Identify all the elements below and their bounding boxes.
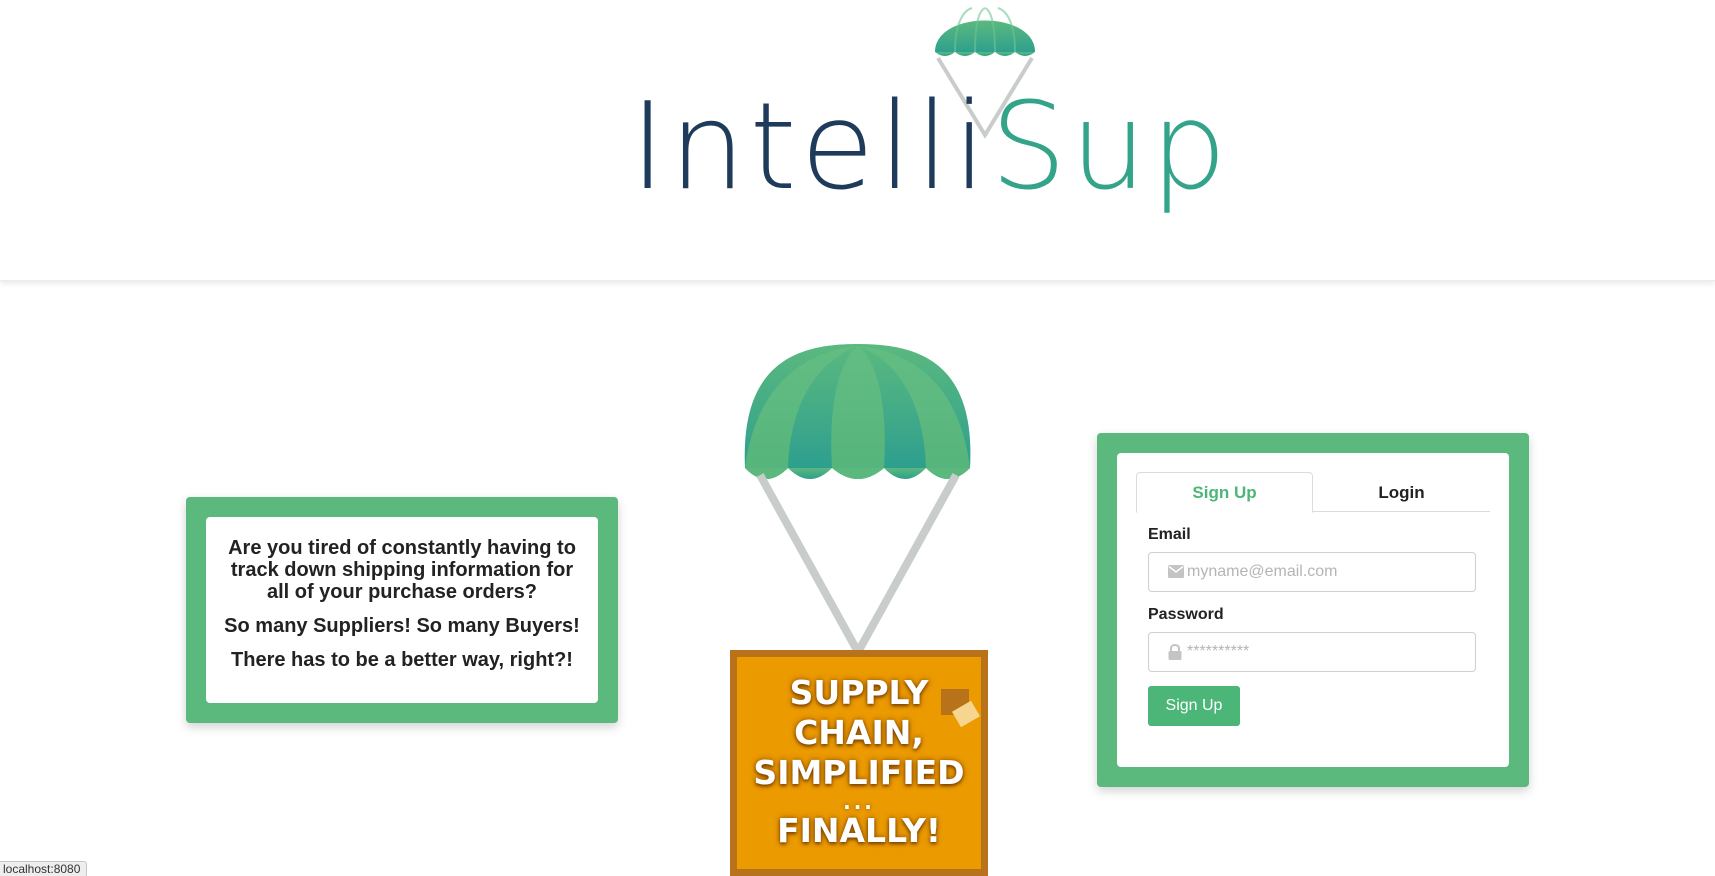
crate-slogan-line2: CHAIN, [794,713,924,752]
password-input[interactable] [1187,633,1467,671]
crate-slogan: SUPPLY CHAIN, SIMPLIFIED ... FINALLY! [737,673,981,851]
sign-up-button[interactable]: Sign Up [1148,686,1240,726]
parachute-icon [744,344,971,656]
envelope-icon [1168,565,1184,578]
status-bar-url: localhost:8080 [0,861,88,876]
email-field-wrapper [1148,552,1476,592]
info-text-better-way: There has to be a better way, right?! [231,649,573,671]
signup-form: Email Password Sign Up [1136,512,1490,726]
info-text-suppliers: So many Suppliers! So many Buyers! [224,615,580,637]
logo-text-intelli: Intelli [630,78,991,217]
logo-wordmark: IntelliSup [630,78,1231,218]
auth-card-body: Sign Up Login Email Password Sign Up [1117,453,1509,767]
password-label: Password [1148,606,1224,623]
info-text-question: Are you tired of constantly having to tr… [228,537,576,603]
tab-login[interactable]: Login [1313,472,1490,513]
tab-sign-up[interactable]: Sign Up [1136,472,1314,513]
email-label: Email [1148,526,1191,543]
crate-slogan-line4: FINALLY! [777,811,941,850]
info-card: Are you tired of constantly having to tr… [186,497,618,723]
site-header: IntelliSup [0,0,1715,281]
email-input[interactable] [1187,553,1467,591]
info-card-body: Are you tired of constantly having to tr… [206,517,598,703]
logo-text-sup: Sup [990,78,1231,217]
lock-icon [1168,644,1182,660]
crate-slogan-line3: SIMPLIFIED [753,753,965,792]
password-field-wrapper [1148,632,1476,672]
hero-parachute-crate: SUPPLY CHAIN, SIMPLIFIED ... FINALLY! [720,340,1000,876]
auth-card: Sign Up Login Email Password Sign Up [1097,433,1529,787]
crate-slogan-line1: SUPPLY [789,673,929,712]
crate-slogan-dots: ... [843,790,875,814]
intellisup-logo[interactable]: IntelliSup [630,0,1227,235]
shipping-crate: SUPPLY CHAIN, SIMPLIFIED ... FINALLY! [730,650,988,876]
auth-tabs: Sign Up Login [1136,472,1490,513]
